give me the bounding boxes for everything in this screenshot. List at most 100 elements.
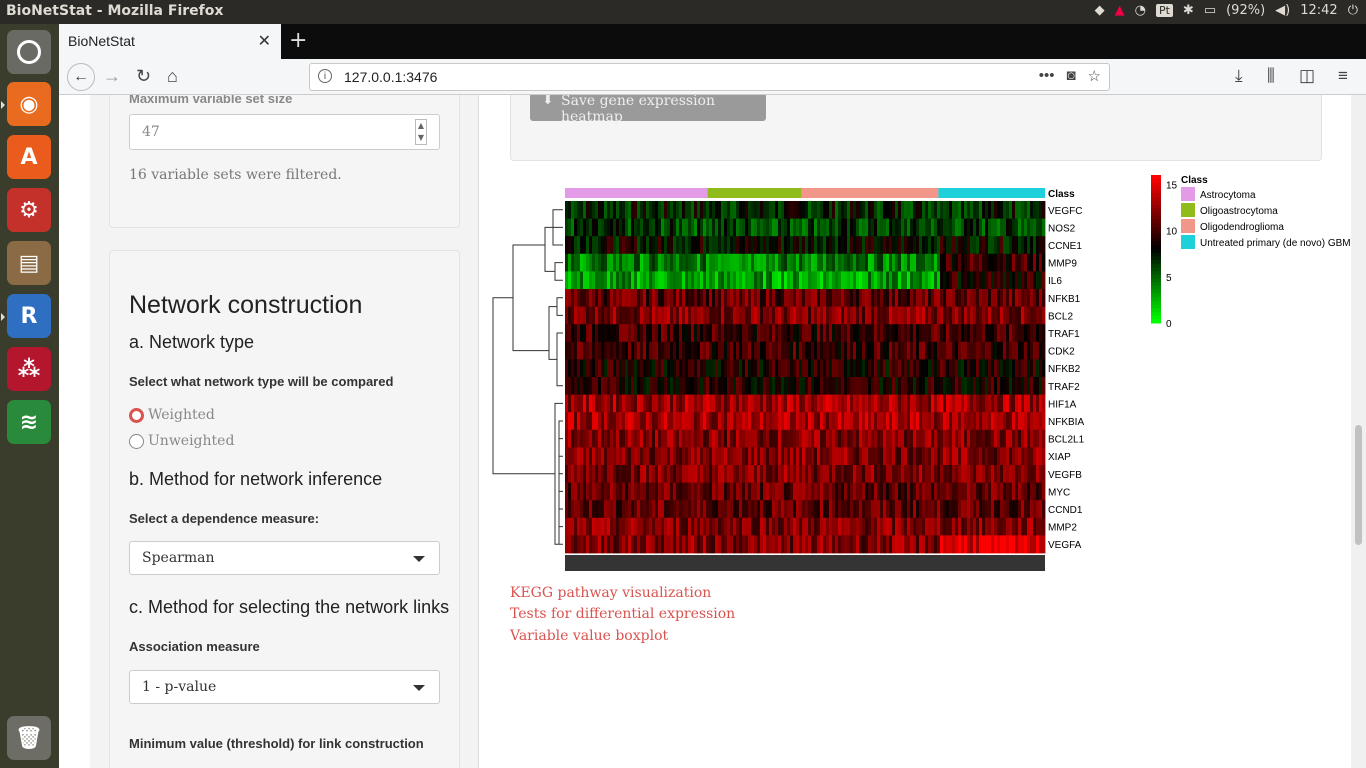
heatmap-cell (823, 271, 827, 290)
link-differential-expression[interactable]: Tests for differential expression (510, 606, 735, 622)
forward-icon[interactable]: → (103, 66, 121, 87)
heatmap-cell (1036, 465, 1040, 483)
library-icon[interactable]: ⫼ (1267, 66, 1275, 86)
power-icon[interactable]: ⏻ (1348, 3, 1358, 18)
heatmap-cell (859, 517, 863, 536)
heatmap-cell (670, 359, 674, 378)
tab-bionetstat[interactable]: BioNetStat ✕ (59, 24, 281, 59)
reload-icon[interactable]: ↻ (136, 66, 151, 87)
heatmap-cell (664, 324, 668, 343)
heatmap-cell (1027, 394, 1031, 413)
heatmap-cell (709, 236, 713, 255)
heatmap-cell (754, 236, 758, 255)
heatmap-cell (1015, 201, 1019, 219)
heatmap-cell (943, 429, 947, 448)
heatmap-cell (742, 341, 746, 360)
dropbox-icon[interactable]: ◆ (1095, 3, 1105, 18)
heatmap-cell (964, 447, 968, 466)
heatmap-cell (1030, 324, 1034, 343)
heatmap-cell (913, 429, 917, 448)
heatmap-cell (619, 271, 623, 290)
back-icon[interactable]: ← (67, 63, 95, 91)
close-tab-icon[interactable]: ✕ (258, 31, 271, 51)
link-boxplot[interactable]: Variable value boxplot (510, 628, 668, 644)
url-bar[interactable]: i 127.0.0.1:3476 ••• ◙ ☆ (309, 63, 1110, 91)
volume-icon[interactable]: ◀) (1275, 3, 1290, 18)
heatmap-cell (616, 465, 620, 483)
link-kegg[interactable]: KEGG pathway visualization (510, 585, 711, 601)
heatmap-cell (664, 517, 668, 536)
wifi-icon[interactable]: ◔ (1135, 3, 1146, 18)
ubuntu-dash-icon[interactable] (7, 30, 51, 74)
heatmap-cell (922, 500, 926, 519)
heatmap-cell (709, 218, 713, 237)
association-select[interactable]: 1 - p-value (129, 670, 440, 704)
heatmap-cell (742, 289, 746, 307)
system-settings-icon[interactable]: ⚙ (7, 188, 51, 232)
new-tab-icon[interactable]: + (289, 28, 307, 53)
firefox-icon[interactable]: ◉ (1, 82, 51, 126)
heatmap-cell (574, 289, 578, 307)
heatmap-cell (805, 289, 809, 307)
clock[interactable]: 12:42 (1300, 3, 1337, 18)
heatmap-cell (742, 201, 746, 219)
heatmap-cell (751, 377, 755, 395)
page-actions-icon[interactable]: ••• (1039, 67, 1055, 85)
bluetooth-icon[interactable]: ✱ (1183, 3, 1194, 18)
heatmap-cell (877, 236, 881, 255)
heatmap-cell (913, 218, 917, 237)
number-spinner[interactable]: ▲ ▼ (414, 119, 427, 145)
heatmap-cell (790, 535, 794, 554)
heatmap-cell (997, 218, 1001, 237)
url-text[interactable]: 127.0.0.1:3476 (344, 69, 437, 85)
heatmap-cell (874, 447, 878, 466)
site-info-icon[interactable]: i (318, 69, 332, 83)
page-scrollbar[interactable] (1351, 95, 1366, 768)
keyboard-layout-icon[interactable]: Pt (1155, 4, 1173, 17)
dependence-select[interactable]: Spearman (129, 541, 440, 575)
downloads-icon[interactable]: ⤓ (1235, 66, 1243, 86)
heatmap-cell (796, 535, 800, 554)
heatmap-cell (793, 447, 797, 466)
radio-unweighted[interactable]: Unweighted (129, 433, 234, 449)
menu-icon[interactable]: ≡ (1338, 66, 1348, 86)
heatmap-cell (727, 412, 731, 431)
sidebar-toggle-icon[interactable]: ◫ (1299, 66, 1315, 86)
heatmap-cell (949, 500, 953, 519)
heatmap-cell (565, 324, 569, 343)
pocket-icon[interactable]: ◙ (1066, 67, 1075, 85)
files-icon[interactable]: ▤ (7, 241, 51, 285)
heatmap-cell (832, 324, 836, 343)
heatmap-cell (613, 324, 617, 343)
spotify-icon[interactable]: ≋ (7, 400, 51, 444)
heatmap-cell (718, 377, 722, 395)
heatmap-cell (748, 201, 752, 219)
heatmap-cell (685, 465, 689, 483)
heatmap-cell (619, 517, 623, 536)
scrollbar-thumb[interactable] (1355, 425, 1362, 545)
heatmap-cell (979, 517, 983, 536)
software-center-icon[interactable]: A (7, 135, 51, 179)
radio-weighted[interactable]: Weighted (129, 407, 215, 423)
warning-icon[interactable]: ▲ (1115, 3, 1125, 18)
battery-icon[interactable]: ▭ (1204, 3, 1216, 18)
heatmap-cell (868, 271, 872, 290)
radio-unselected-icon[interactable] (129, 433, 144, 449)
row-label: XIAP (1048, 452, 1071, 463)
radio-selected-icon[interactable] (129, 407, 144, 423)
heatmap-cell (970, 324, 974, 343)
heatmap-cell (1027, 271, 1031, 290)
r-icon[interactable]: R (1, 294, 51, 338)
heatmap-cell (874, 465, 878, 483)
colorbar-step (1151, 186, 1161, 191)
heatmap-cell (931, 289, 935, 307)
heatmap-cell (895, 271, 899, 290)
heatmap-cell (724, 289, 728, 307)
heatmap-cell (1012, 517, 1016, 536)
home-icon[interactable]: ⌂ (167, 66, 178, 87)
mendeley-icon[interactable]: ⁂ (7, 347, 51, 391)
max-set-size-input[interactable]: 47 ▲ ▼ (129, 114, 440, 150)
heatmap-cell (892, 341, 896, 360)
trash-icon[interactable]: 🗑 (7, 716, 51, 760)
bookmark-star-icon[interactable]: ☆ (1088, 67, 1101, 85)
